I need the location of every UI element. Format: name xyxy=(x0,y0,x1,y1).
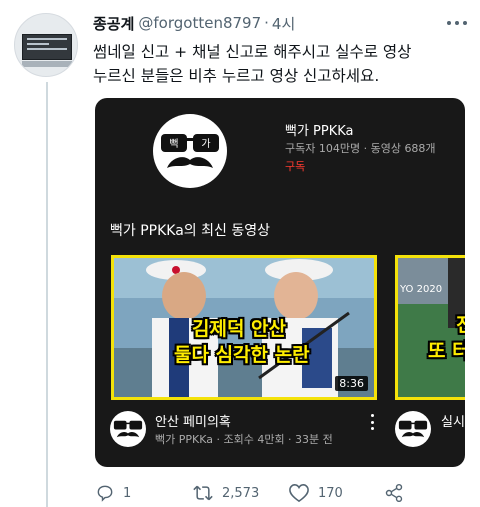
video-title[interactable]: 실시 xyxy=(441,411,465,430)
latest-videos-title: 뻑가 PPKKa의 최신 동영상 xyxy=(110,223,270,239)
thumbnail-overlay-line2: 둘다 심각한 논란 xyxy=(174,344,310,366)
heart-icon xyxy=(289,484,309,503)
previous-tweet-cutoff: · · · · · · · · · · xyxy=(0,0,480,6)
author-name[interactable]: 종공계 xyxy=(93,13,134,34)
share-button[interactable] xyxy=(384,482,404,504)
tweet-actions: 1 2,573 170 xyxy=(95,482,475,504)
like-button[interactable]: 170 xyxy=(288,482,343,504)
video-thumbnail[interactable]: 김제덕 안산 둘다 심각한 논란 8:36 xyxy=(111,255,377,400)
video-channel-avatar[interactable] xyxy=(110,411,146,447)
retweet-button[interactable]: 2,573 xyxy=(192,482,259,504)
video-channel-avatar[interactable] xyxy=(395,411,431,447)
reply-icon xyxy=(97,485,113,502)
channel-meta: 구독자 104만명 · 동영상 688개 xyxy=(285,142,436,155)
thread-line xyxy=(46,82,48,507)
video-menu-icon[interactable] xyxy=(371,414,375,430)
author-handle[interactable]: @forgotten8797 xyxy=(138,14,261,32)
tweet-header: 종공계 @forgotten8797 · 4시 xyxy=(93,12,295,34)
channel-name[interactable]: 뻑가 PPKKa xyxy=(285,120,354,139)
channel-logo[interactable]: 뻑 가 xyxy=(153,114,227,188)
author-avatar[interactable] xyxy=(14,13,78,77)
retweet-count: 2,573 xyxy=(222,485,260,501)
video-title[interactable]: 안산 페미의혹 xyxy=(155,411,231,430)
tweet-text-line: 썸네일 신고 + 채널 신고로 해주시고 실수로 영상 xyxy=(93,43,412,61)
video-duration: 8:36 xyxy=(335,376,368,391)
subscribe-button[interactable]: 구독 xyxy=(285,158,305,174)
video-meta: 뻑가 PPKKa · 조회수 4만회 · 33분 전 xyxy=(155,433,333,446)
youtube-channel-card[interactable]: 뻑 가 뻑가 PPKKa 구독자 104만명 · 동영상 688개 구독 뻑가 … xyxy=(95,98,465,467)
more-options-icon[interactable] xyxy=(447,15,467,31)
video-thumbnail-partial[interactable]: YO 2020 진 또 터 xyxy=(395,255,465,400)
thumbnail-overlay-line2: 또 터 xyxy=(428,340,465,362)
thumbnail-overlay-line1: 김제덕 안산 xyxy=(192,318,287,340)
thumbnail-overlay-line1: 진 xyxy=(456,310,465,337)
thumbnail-year-text: YO 2020 xyxy=(400,284,443,295)
tweet-text: 썸네일 신고 + 채널 신고로 해주시고 실수로 영상 누르신 분들은 비추 누… xyxy=(93,40,463,88)
like-count: 170 xyxy=(318,485,343,501)
avatar-screenshot-image xyxy=(22,34,72,60)
share-icon xyxy=(385,483,403,503)
reply-count: 1 xyxy=(123,485,132,501)
tweet-time[interactable]: 4시 xyxy=(272,13,295,34)
retweet-icon xyxy=(193,485,213,501)
reply-button[interactable]: 1 xyxy=(95,482,131,504)
separator: · xyxy=(264,14,269,32)
logo-text-right: 가 xyxy=(201,138,210,150)
logo-text-left: 뻑 xyxy=(169,138,178,150)
tweet-text-line: 누르신 분들은 비추 누르고 영상 신고하세요. xyxy=(93,67,380,85)
